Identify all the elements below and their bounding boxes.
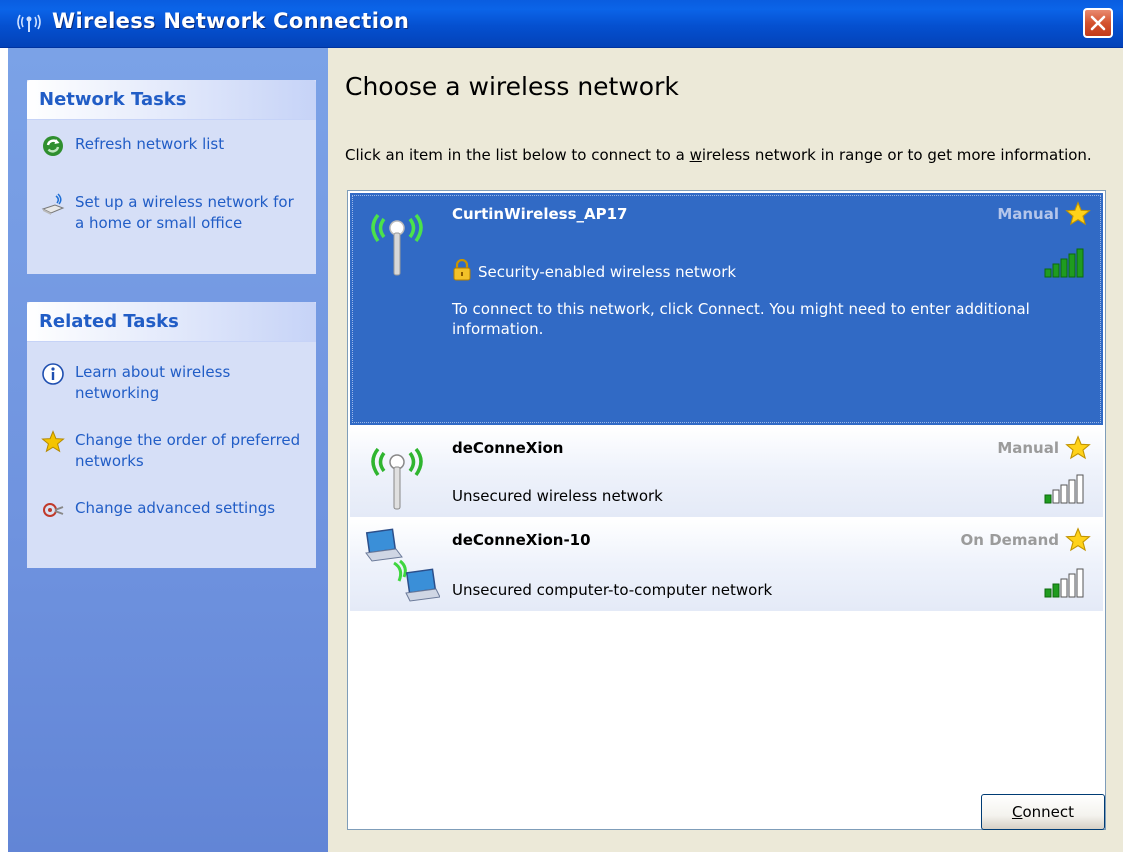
page-title: Choose a wireless network — [345, 72, 679, 101]
learn-wireless-label: Learn about wireless networking — [75, 363, 231, 402]
network-name: CurtinWireless_AP17 — [452, 205, 628, 223]
task-sidebar: Network Tasks Refresh network list Set u… — [8, 48, 328, 852]
network-list[interactable]: CurtinWireless_AP17 Manual Security-enab… — [347, 190, 1106, 830]
preferred-star-icon — [1065, 527, 1091, 552]
preferred-star-icon — [1065, 435, 1091, 460]
connection-mode: Manual — [997, 205, 1059, 223]
change-advanced-settings-link[interactable]: Change advanced settings — [41, 498, 305, 522]
connect-button[interactable]: Connect — [981, 794, 1105, 830]
network-item-deconnexion-10[interactable]: deConneXion-10 On Demand Unsecured compu… — [350, 519, 1103, 611]
signal-strength-icon — [1044, 568, 1084, 598]
network-security-status: Security-enabled wireless network — [478, 263, 737, 281]
connection-mode: Manual — [997, 439, 1059, 457]
refresh-icon — [43, 136, 63, 156]
learn-wireless-link[interactable]: Learn about wireless networking — [41, 362, 305, 404]
setup-wireless-network-label: Set up a wireless network for a home or … — [75, 193, 294, 232]
wireless-network-icon — [14, 11, 44, 33]
info-icon — [42, 363, 64, 385]
change-order-label: Change the order of preferred networks — [75, 431, 301, 470]
computer-to-computer-icon — [365, 528, 440, 602]
connection-mode: On Demand — [960, 531, 1059, 549]
title-bar[interactable]: Wireless Network Connection — [0, 0, 1123, 48]
preferred-star-icon — [1065, 201, 1091, 226]
star-icon — [41, 430, 65, 453]
close-button[interactable] — [1083, 8, 1113, 38]
access-point-icon — [371, 447, 423, 510]
wireless-setup-icon — [41, 193, 65, 215]
main-content: Choose a wireless network Click an item … — [328, 48, 1123, 852]
related-tasks-panel: Related Tasks Learn about wireless netwo… — [27, 302, 316, 568]
change-advanced-settings-label: Change advanced settings — [75, 499, 276, 517]
network-tasks-panel: Network Tasks Refresh network list Set u… — [27, 80, 316, 274]
window-title: Wireless Network Connection — [52, 9, 410, 33]
network-name: deConneXion-10 — [452, 531, 591, 549]
close-icon — [1090, 15, 1106, 31]
settings-icon — [43, 503, 64, 517]
refresh-network-list-label: Refresh network list — [75, 135, 225, 153]
network-name: deConneXion — [452, 439, 564, 457]
refresh-network-list-link[interactable]: Refresh network list — [41, 134, 305, 158]
signal-strength-icon — [1044, 474, 1084, 504]
access-point-icon — [371, 213, 423, 276]
related-tasks-header: Related Tasks — [27, 302, 316, 342]
instructions-text: Click an item in the list below to conne… — [345, 146, 1092, 164]
lock-icon — [453, 259, 471, 281]
change-order-link[interactable]: Change the order of preferred networks — [41, 430, 305, 472]
network-security-status: Unsecured computer-to-computer network — [452, 581, 773, 599]
network-item-curtinwireless-ap17[interactable]: CurtinWireless_AP17 Manual Security-enab… — [350, 193, 1103, 425]
network-item-deconnexion[interactable]: deConneXion Manual Unsecured wireless ne… — [350, 427, 1103, 517]
connection-instructions: To connect to this network, click Connec… — [452, 300, 1030, 338]
setup-wireless-network-link[interactable]: Set up a wireless network for a home or … — [41, 192, 305, 234]
network-security-status: Unsecured wireless network — [452, 487, 663, 505]
network-tasks-header: Network Tasks — [27, 80, 316, 120]
signal-strength-icon — [1044, 248, 1084, 278]
